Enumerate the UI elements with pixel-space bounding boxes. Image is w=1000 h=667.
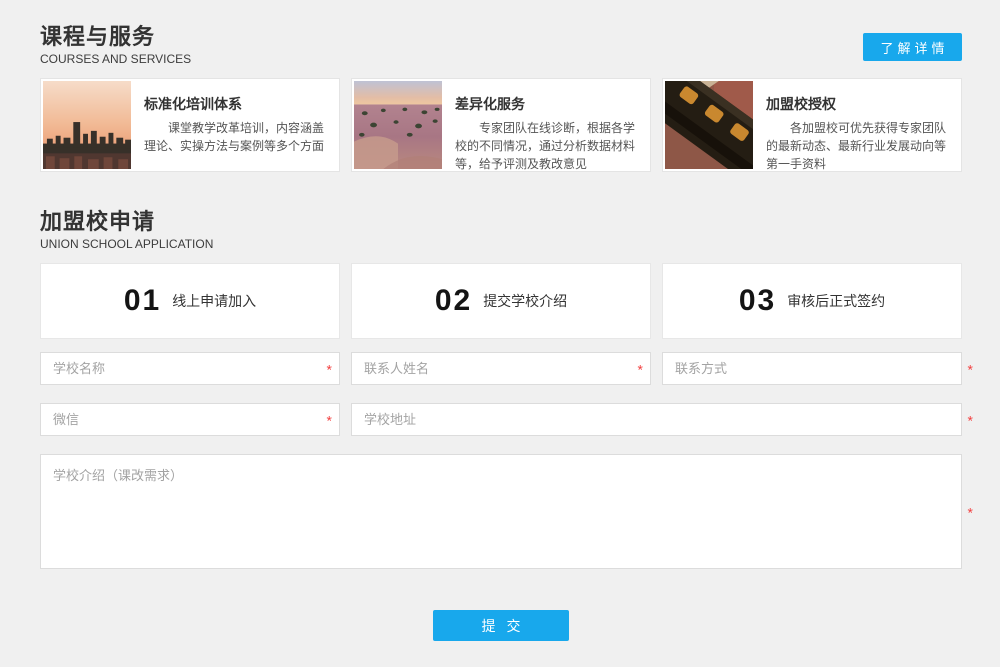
school-intro-textarea[interactable] [40, 454, 962, 569]
school-address-input[interactable] [351, 403, 962, 436]
step-apply-online: 01 线上申请加入 [40, 263, 340, 339]
contact-name-field-wrap: * [351, 352, 651, 385]
application-form: * * * * * * [40, 352, 962, 569]
step-sign-contract: 03 审核后正式签约 [662, 263, 962, 339]
course-card-desc: 专家团队在线诊断，根据各学校的不同情况，通过分析数据材料等，给予评测及教改意见 [455, 119, 640, 172]
step-number: 03 [739, 284, 776, 318]
course-cards: 标准化培训体系 课堂教学改革培训，内容涵盖理论、实操方法与案例等多个方面 [40, 78, 962, 172]
course-card-title: 差异化服务 [455, 94, 640, 114]
submit-button[interactable]: 提交 [433, 610, 569, 641]
application-section: 加盟校申请 UNION SCHOOL APPLICATION 01 线上申请加入… [40, 210, 962, 641]
wechat-input[interactable] [40, 403, 340, 436]
step-label: 线上申请加入 [172, 291, 256, 311]
required-asterisk: * [968, 505, 973, 519]
submit-button-label: 提交 [482, 618, 532, 634]
course-card-desc: 课堂教学改革培训，内容涵盖理论、实操方法与案例等多个方面 [144, 119, 329, 155]
school-address-field-wrap: * [351, 403, 962, 436]
step-label: 审核后正式签约 [787, 291, 885, 311]
course-card-title: 加盟校授权 [766, 94, 951, 114]
application-section-subtitle: UNION SCHOOL APPLICATION [40, 237, 962, 251]
application-section-title: 加盟校申请 [40, 210, 962, 234]
school-intro-field-wrap: * [40, 454, 962, 569]
courses-section-subtitle: COURSES AND SERVICES [40, 52, 962, 66]
school-name-field-wrap: * [40, 352, 340, 385]
course-card-title: 标准化培训体系 [144, 94, 329, 114]
wechat-field-wrap: * [40, 403, 340, 436]
application-steps: 01 线上申请加入 02 提交学校介绍 03 审核后正式签约 [40, 263, 962, 339]
contact-method-field-wrap: * [662, 352, 962, 385]
courses-section: 课程与服务 COURSES AND SERVICES 了解详情 [40, 25, 962, 172]
desert-dunes-dusk-image [354, 81, 442, 169]
step-number: 01 [124, 284, 161, 318]
course-card-standardized-training: 标准化培训体系 课堂教学改革培训，内容涵盖理论、实操方法与案例等多个方面 [40, 78, 340, 172]
step-label: 提交学校介绍 [483, 291, 567, 311]
page: 课程与服务 COURSES AND SERVICES 了解详情 [0, 0, 1000, 641]
required-asterisk: * [968, 413, 973, 427]
course-card-differentiated-service: 差异化服务 专家团队在线诊断，根据各学校的不同情况，通过分析数据材料等，给予评测… [351, 78, 651, 172]
school-name-input[interactable] [40, 352, 340, 385]
submit-row: 提交 [40, 610, 962, 641]
course-card-desc: 各加盟校可优先获得专家团队的最新动态、最新行业发展动向等第一手资料 [766, 119, 951, 172]
film-strip-image [665, 81, 753, 169]
contact-method-input[interactable] [662, 352, 962, 385]
step-number: 02 [435, 284, 472, 318]
contact-name-input[interactable] [351, 352, 651, 385]
courses-section-title: 课程与服务 [40, 25, 962, 49]
city-skyline-sunset-image [43, 81, 131, 169]
course-card-franchise-authorization: 加盟校授权 各加盟校可优先获得专家团队的最新动态、最新行业发展动向等第一手资料 [662, 78, 962, 172]
learn-more-button-label: 了解详情 [880, 38, 948, 57]
required-asterisk: * [968, 362, 973, 376]
learn-more-button[interactable]: 了解详情 [863, 33, 962, 61]
step-submit-introduction: 02 提交学校介绍 [351, 263, 651, 339]
